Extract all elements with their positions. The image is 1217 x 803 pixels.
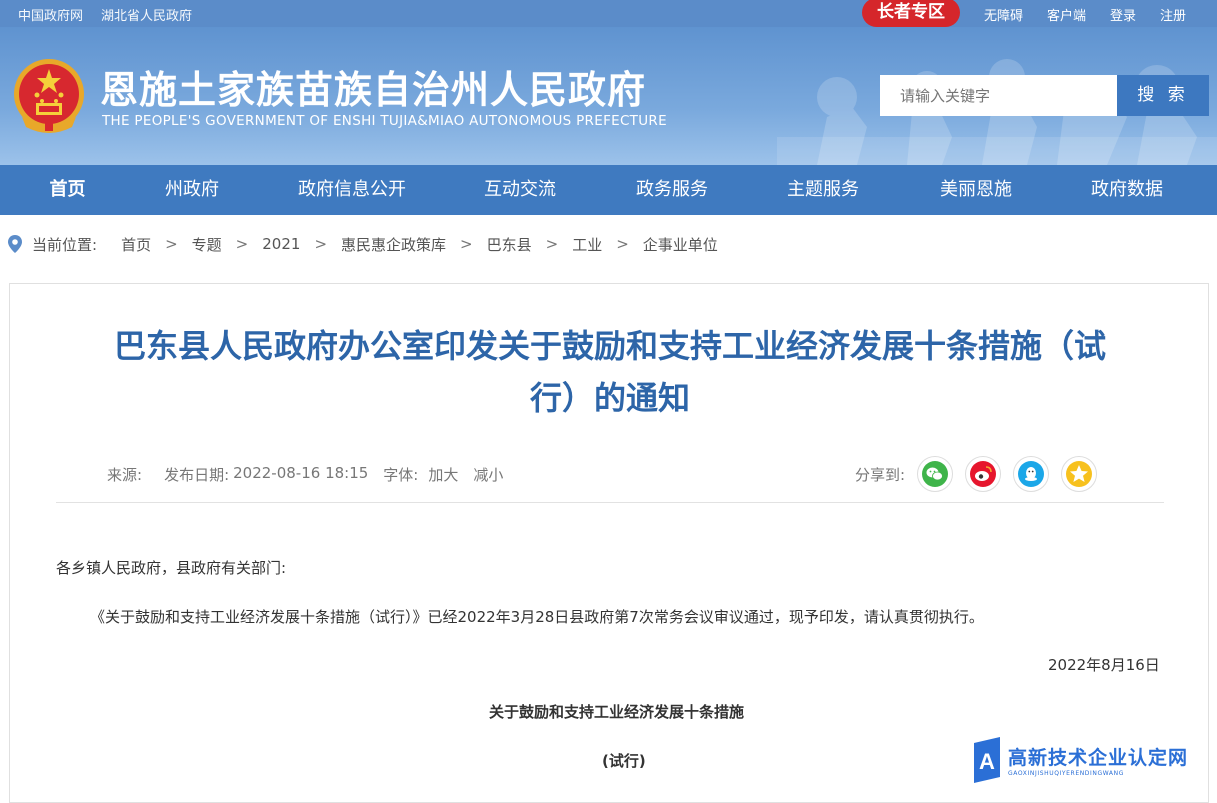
search-button[interactable]: 搜 索 (1117, 75, 1209, 116)
nav-item-gov-data[interactable]: 政府数据 (1065, 165, 1189, 215)
article-title-line2: 行）的通知 (529, 379, 690, 417)
breadcrumb-item-industry[interactable]: 工业 (572, 234, 602, 255)
nav-item-topic-services[interactable]: 主题服务 (759, 165, 887, 215)
breadcrumb-item-badong[interactable]: 巴东县 (487, 234, 532, 255)
svg-text:A: A (979, 749, 995, 774)
national-emblem-icon (14, 59, 84, 133)
breadcrumb-separator: > (460, 235, 473, 253)
top-links-right: 无障碍 客户端 登录 注册 (984, 5, 1186, 24)
nav-item-prefecture-gov[interactable]: 州政府 (135, 165, 249, 215)
breadcrumb-item-topic[interactable]: 专题 (192, 234, 222, 255)
font-size-label: 字体: (383, 466, 419, 484)
link-hubei-gov[interactable]: 湖北省人民政府 (101, 5, 192, 24)
sign-date: 2022年8月16日 (1048, 656, 1160, 674)
watermark-logo-icon: A (974, 737, 1000, 783)
site-subtitle: THE PEOPLE'S GOVERNMENT OF ENSHI TUJIA&M… (102, 113, 667, 129)
article-meta: 来源: 发布日期: 2022-08-16 18:15 字体: 加大 减小 (107, 464, 518, 485)
breadcrumb-item-policy-library[interactable]: 惠民惠企政策库 (341, 234, 446, 255)
nav-item-interaction[interactable]: 互动交流 (455, 165, 585, 215)
location-pin-icon (8, 235, 22, 253)
breadcrumb-separator: > (165, 235, 178, 253)
breadcrumb-item-home[interactable]: 首页 (121, 234, 151, 255)
source-label: 来源: (107, 466, 143, 484)
article-title-line1: 巴东县人民政府办公室印发关于鼓励和支持工业经济发展十条措施（试 (113, 327, 1106, 365)
article-title: 巴东县人民政府办公室印发关于鼓励和支持工业经济发展十条措施（试 行）的通知 (70, 320, 1150, 424)
main-nav: 首页 州政府 政府信息公开 互动交流 政务服务 主题服务 美丽恩施 政府数据 (0, 165, 1217, 215)
watermark: A 高新技术企业认定网 GAOXINJISHUQIYERENDINGWANG (970, 735, 1215, 785)
search-input[interactable] (880, 75, 1118, 116)
breadcrumb-item-2021[interactable]: 2021 (262, 235, 300, 253)
login-link[interactable]: 登录 (1110, 5, 1136, 24)
font-smaller-button[interactable]: 减小 (473, 464, 503, 485)
share-bar: 分享到: (855, 456, 1098, 492)
register-link[interactable]: 注册 (1160, 5, 1186, 24)
link-china-gov[interactable]: 中国政府网 (18, 5, 83, 24)
qzone-icon[interactable] (1061, 456, 1098, 492)
breadcrumb-separator: > (616, 235, 629, 253)
site-title: 恩施土家族苗族自治州人民政府 (100, 68, 647, 112)
share-label: 分享到: (855, 465, 906, 484)
date-label: 发布日期: (164, 466, 230, 484)
breadcrumb-separator: > (235, 235, 249, 253)
elder-zone-button[interactable]: 长者专区 (862, 0, 960, 27)
wechat-icon[interactable] (917, 456, 954, 492)
qq-icon[interactable] (1013, 456, 1050, 492)
watermark-subtitle: GAOXINJISHUQIYERENDINGWANG (1008, 770, 1124, 777)
nav-item-info-disclosure[interactable]: 政府信息公开 (249, 165, 455, 215)
font-larger-button[interactable]: 加大 (428, 464, 458, 485)
article-card: 巴东县人民政府办公室印发关于鼓励和支持工业经济发展十条措施（试 行）的通知 来源… (9, 283, 1209, 803)
breadcrumb-separator: > (314, 235, 328, 253)
nav-item-beautiful-enshi[interactable]: 美丽恩施 (887, 165, 1065, 215)
breadcrumb-label: 当前位置: (32, 235, 98, 254)
article-paragraph: 《关于鼓励和支持工业经济发展十条措施（试行）》已经2022年3月28日县政府第7… (90, 608, 984, 626)
site-header: 恩施土家族苗族自治州人民政府 THE PEOPLE'S GOVERNMENT O… (0, 27, 1217, 165)
breadcrumb-item-enterprise[interactable]: 企事业单位 (643, 234, 718, 255)
top-links-left: 中国政府网 湖北省人民政府 (18, 5, 192, 24)
nav-item-gov-services[interactable]: 政务服务 (585, 165, 759, 215)
measures-title: 关于鼓励和支持工业经济发展十条措施 (489, 703, 745, 721)
salutation: 各乡镇人民政府，县政府有关部门: (56, 559, 287, 577)
accessibility-link[interactable]: 无障碍 (984, 5, 1023, 24)
nav-item-home[interactable]: 首页 (0, 165, 135, 215)
publish-date: 2022-08-16 18:15 (233, 464, 369, 482)
meta-divider (56, 502, 1164, 503)
breadcrumb: 当前位置: 首页 > 专题 > 2021 > 惠民惠企政策库 > 巴东县 > 工… (8, 233, 718, 255)
measures-subtitle: (试行) (602, 752, 646, 770)
watermark-title: 高新技术企业认定网 (1008, 747, 1189, 769)
weibo-icon[interactable] (965, 456, 1002, 492)
top-utility-bar: 中国政府网 湖北省人民政府 长者专区 无障碍 客户端 登录 注册 (0, 0, 1217, 27)
breadcrumb-separator: > (545, 235, 559, 253)
client-link[interactable]: 客户端 (1047, 5, 1086, 24)
